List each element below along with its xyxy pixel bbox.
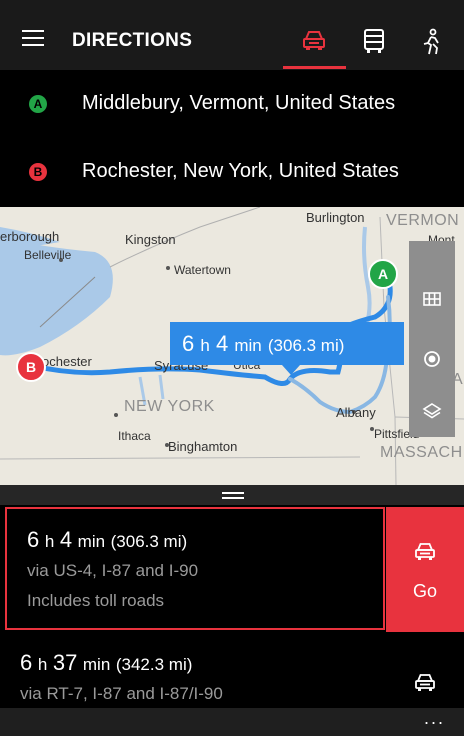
- hamburger-menu-icon[interactable]: [22, 30, 44, 46]
- route2-distance: (342.3 mi): [115, 655, 193, 674]
- waypoint-start[interactable]: A Middlebury, Vermont, United States: [0, 70, 464, 138]
- bus-icon: [364, 29, 384, 53]
- callout-h: h: [200, 336, 210, 355]
- callout-hours: 6: [182, 331, 195, 356]
- grid-icon: [423, 292, 441, 306]
- tab-drive[interactable]: [291, 22, 335, 62]
- route-summary-callout[interactable]: 6 h 4 min (306.3 mi): [170, 322, 404, 375]
- walk-icon: [423, 28, 439, 55]
- tab-walk[interactable]: [410, 22, 454, 62]
- label-burlington: Burlington: [306, 210, 365, 225]
- route2-via: via RT-7, I-87 and I-87/I-90: [20, 684, 223, 703]
- route-option-2[interactable]: 6 h 37 min (342.3 mi) via RT-7, I-87 and…: [0, 634, 464, 708]
- map-controls: [409, 241, 455, 437]
- label-kingston: Kingston: [125, 232, 176, 247]
- locate-button[interactable]: [409, 339, 455, 379]
- layers-icon: [422, 403, 442, 419]
- route1-note: Includes toll roads: [27, 591, 165, 610]
- car-icon: [303, 31, 325, 50]
- waypoint-a-badge: A: [29, 95, 47, 113]
- tab-transit[interactable]: [352, 22, 396, 62]
- app-bar: ...: [0, 708, 464, 736]
- route1-distance: (306.3 mi): [110, 532, 188, 551]
- more-options-button[interactable]: ...: [424, 708, 445, 729]
- callout-distance: (306.3 mi): [267, 336, 345, 355]
- label-watertown: Watertown: [174, 263, 231, 277]
- label-belleville: Belleville: [24, 248, 72, 262]
- go-button[interactable]: Go: [386, 507, 464, 632]
- panel-resize-handle[interactable]: [0, 485, 464, 505]
- callout-min: min: [234, 336, 262, 355]
- label-albany: Albany: [336, 405, 376, 420]
- route2-hours: 6: [20, 650, 33, 675]
- route1-minutes: 4: [59, 527, 73, 552]
- route2-h: h: [37, 655, 48, 674]
- label-rochester: ochester: [42, 354, 92, 369]
- label-massachusetts: MASSACH: [380, 444, 463, 461]
- route1-via: via US-4, I-87 and I-90: [27, 561, 199, 580]
- label-binghamton: Binghamton: [168, 439, 238, 454]
- waypoint-start-text: Middlebury, Vermont, United States: [82, 92, 396, 114]
- route-option-1[interactable]: 6 h 4 min (306.3 mi) via US-4, I-87 and …: [0, 505, 464, 634]
- map-view[interactable]: Burlington VERMON Mont erborough Kingsto…: [0, 207, 464, 485]
- layers-button[interactable]: [409, 391, 455, 431]
- map-marker-a[interactable]: A: [368, 259, 398, 289]
- waypoint-b-badge: B: [29, 163, 47, 181]
- label-vermont: VERMON: [386, 212, 460, 229]
- route1-min: min: [77, 532, 106, 551]
- page-title: DIRECTIONS: [72, 30, 193, 51]
- waypoint-end[interactable]: B Rochester, New York, United States: [0, 138, 464, 206]
- car-icon[interactable]: [414, 672, 436, 692]
- route1-hours: 6: [27, 527, 40, 552]
- app-header: DIRECTIONS: [0, 0, 464, 70]
- locate-icon: [424, 351, 440, 367]
- label-new-york: NEW YORK: [124, 398, 215, 415]
- label-ithaca: Ithaca: [118, 429, 151, 443]
- waypoint-end-text: Rochester, New York, United States: [82, 160, 399, 182]
- active-tab-indicator: [283, 66, 346, 69]
- map-marker-b[interactable]: B: [16, 352, 46, 382]
- aerial-view-button[interactable]: [409, 279, 455, 319]
- callout-minutes: 4: [215, 331, 229, 356]
- route1-h: h: [44, 532, 55, 551]
- label-peterborough: erborough: [0, 229, 60, 244]
- route2-minutes: 37: [52, 650, 78, 675]
- selected-route-card[interactable]: 6 h 4 min (306.3 mi) via US-4, I-87 and …: [5, 507, 385, 630]
- go-label: Go: [412, 581, 437, 601]
- route2-min: min: [82, 655, 111, 674]
- car-icon: [415, 543, 435, 560]
